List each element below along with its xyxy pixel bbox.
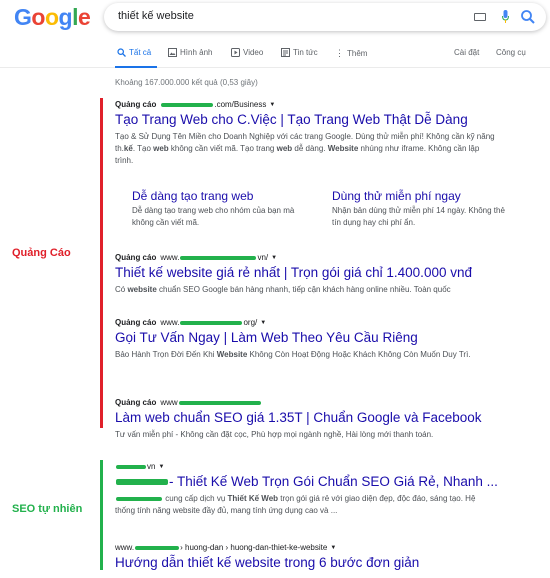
- tab-images[interactable]: Hình ảnh: [168, 48, 212, 57]
- tools-link[interactable]: Công cụ: [496, 48, 526, 57]
- search-icon: [117, 48, 126, 57]
- search-input[interactable]: thiết kế website: [104, 3, 546, 31]
- settings-link[interactable]: Cài đặt: [454, 48, 479, 57]
- result-title[interactable]: Thiết kế website giá rẻ nhất | Trọn gói …: [115, 265, 495, 280]
- result-snippet: Bảo Hành Trọn Đời Đến Khi Website Không …: [115, 350, 471, 359]
- ads-label: Quảng Cáo: [12, 247, 71, 259]
- sitelink-title[interactable]: Dùng thử miễn phí ngay: [332, 189, 512, 203]
- sitelink-desc: Nhận bản dùng thử miễn phí 14 ngày. Khôn…: [332, 206, 505, 227]
- redacted-domain: [135, 545, 180, 550]
- redacted-brand: [116, 496, 162, 501]
- google-logo[interactable]: Google: [14, 4, 91, 31]
- organic-result: vn ▼ - Thiết Kế Web Trọn Gói Chuẩn SEO G…: [115, 462, 498, 517]
- ad-result: Quảng cáo .com/Business ▼ Tạo Trang Web …: [115, 100, 495, 167]
- ad-sitelinks: Dễ dàng tạo trang web Dễ dàng tạo trang …: [132, 189, 512, 235]
- tab-news[interactable]: Tin tức: [281, 48, 318, 57]
- caret-down-icon[interactable]: ▼: [271, 255, 277, 261]
- redacted-domain: [116, 464, 146, 469]
- redacted-brand: [116, 479, 168, 486]
- result-stats: Khoảng 167.000.000 kết quả (0,53 giây): [115, 78, 258, 87]
- search-tabs: Tất cả Hình ảnh Video Tin tức ⋮ Thêm Cài…: [0, 36, 550, 68]
- sitelink-title[interactable]: Dễ dàng tạo trang web: [132, 189, 312, 203]
- result-snippet: Tư vấn miễn phí - Không cần đặt cọc, Phù…: [115, 430, 434, 439]
- result-snippet: Tạo & Sử Dụng Tên Miền cho Doanh Nghiệp …: [115, 132, 495, 165]
- seo-bracket: [100, 460, 103, 570]
- result-title[interactable]: Làm web chuẩn SEO giá 1.35T | Chuẩn Goog…: [115, 410, 495, 425]
- result-snippet: Có website chuẩn SEO Google bán hàng nha…: [115, 285, 451, 294]
- redacted-domain: [180, 255, 257, 260]
- ad-url[interactable]: Quảng cáo www: [115, 398, 495, 407]
- sitelink: Dùng thử miễn phí ngay Nhận bản dùng thử…: [332, 189, 512, 229]
- redacted-domain: [178, 400, 261, 405]
- ad-url[interactable]: Quảng cáo www. org/ ▼: [115, 318, 495, 327]
- video-icon: [231, 48, 240, 57]
- result-snippet: cung cấp dịch vụ Thiết Kế Web trọn gói g…: [115, 494, 476, 515]
- ad-result: Quảng cáo www. org/ ▼ Gọi Tư Vấn Ngay | …: [115, 318, 495, 361]
- news-icon: [281, 48, 290, 57]
- result-url[interactable]: vn ▼: [115, 462, 495, 471]
- result-url[interactable]: www. › huong-dan › huong-dan-thiet-ke-we…: [115, 543, 495, 552]
- tab-more[interactable]: ⋮ Thêm: [335, 48, 367, 59]
- tab-video[interactable]: Video: [231, 48, 263, 57]
- seo-label: SEO tự nhiên: [12, 503, 83, 515]
- ad-url[interactable]: Quảng cáo .com/Business ▼: [115, 100, 495, 109]
- ad-result: Quảng cáo www. vn/ ▼ Thiết kế website gi…: [115, 253, 495, 296]
- sitelink-desc: Dễ dàng tạo trang web cho nhóm của bạn m…: [132, 206, 295, 227]
- ads-bracket: [100, 98, 103, 428]
- more-icon: ⋮: [335, 48, 344, 58]
- ad-result: Quảng cáo www Làm web chuẩn SEO giá 1.35…: [115, 398, 495, 441]
- result-title[interactable]: - Thiết Kế Web Trọn Gói Chuẩn SEO Giá Rẻ…: [115, 474, 498, 489]
- microphone-icon[interactable]: [502, 10, 509, 23]
- tab-all[interactable]: Tất cả: [117, 48, 151, 57]
- result-title[interactable]: Gọi Tư Vấn Ngay | Làm Web Theo Yêu Cầu R…: [115, 330, 495, 345]
- redacted-domain: [180, 320, 243, 325]
- active-tab-indicator: [115, 66, 157, 68]
- ad-url[interactable]: Quảng cáo www. vn/ ▼: [115, 253, 495, 262]
- image-icon: [168, 48, 177, 57]
- caret-down-icon[interactable]: ▼: [260, 320, 266, 326]
- keyboard-icon[interactable]: [474, 13, 486, 21]
- search-query[interactable]: thiết kế website: [118, 10, 194, 22]
- search-icon[interactable]: [520, 9, 536, 25]
- caret-down-icon[interactable]: ▼: [330, 545, 336, 551]
- caret-down-icon[interactable]: ▼: [158, 464, 164, 470]
- result-title[interactable]: Tạo Trang Web cho C.Việc | Tạo Trang Web…: [115, 112, 495, 127]
- caret-down-icon[interactable]: ▼: [269, 102, 275, 108]
- redacted-domain: [161, 102, 214, 107]
- sitelink: Dễ dàng tạo trang web Dễ dàng tạo trang …: [132, 189, 312, 229]
- organic-result: www. › huong-dan › huong-dan-thiet-ke-we…: [115, 543, 495, 570]
- result-title[interactable]: Hướng dẫn thiết kế website trong 6 bước …: [115, 555, 495, 570]
